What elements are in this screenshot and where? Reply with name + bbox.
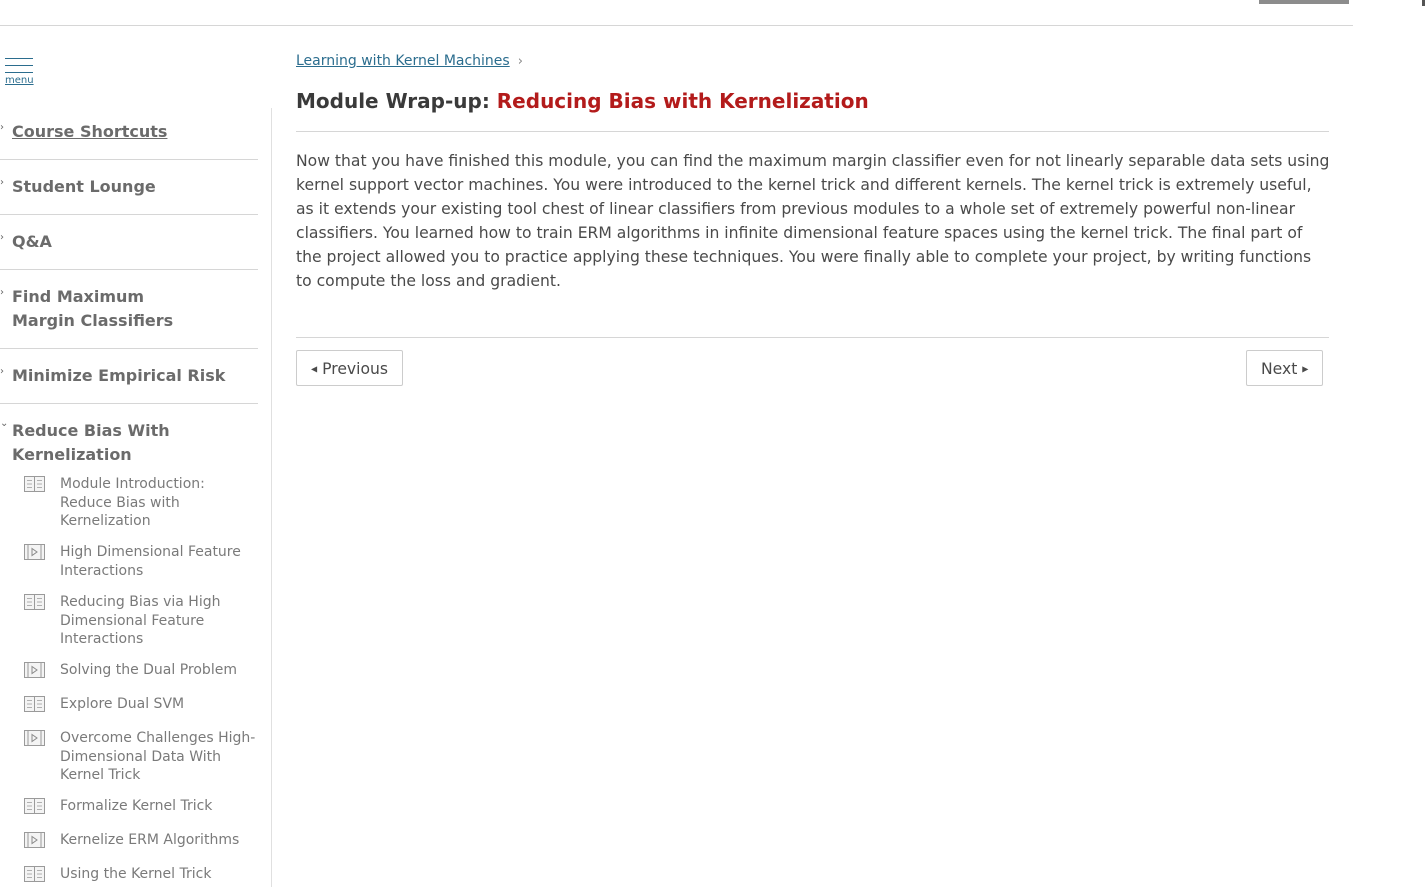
chevron-right-icon: › [517, 54, 523, 69]
sidebar-subitem-label[interactable]: Formalize Kernel Trick [60, 797, 256, 816]
sidebar-item-label[interactable]: Student Lounge [12, 175, 252, 199]
video-icon [24, 832, 45, 848]
sidebar-item-label[interactable]: Course Shortcuts [12, 120, 252, 144]
sidebar-subitem-label[interactable]: Overcome Challenges High-Dimensional Dat… [60, 729, 256, 785]
sidebar-divider [0, 269, 258, 270]
chevron-right-icon: › [0, 287, 4, 298]
sidebar-divider-vertical [271, 108, 272, 887]
chevron-right-icon: › [0, 232, 4, 243]
sidebar-subitem-label[interactable]: Module Introduction: Reduce Bias with Ke… [60, 475, 256, 531]
sidebar-divider [0, 214, 258, 215]
page-title-accent: Reducing Bias with Kernelization [496, 89, 869, 113]
sidebar-item-label[interactable]: Reduce Bias With Kernelization [12, 419, 212, 467]
chevron-right-icon: › [0, 366, 4, 377]
sidebar-divider [0, 348, 258, 349]
previous-button[interactable]: ◀ Previous [296, 350, 404, 386]
triangle-right-icon: ▶ [1302, 364, 1309, 374]
chevron-right-icon: › [0, 122, 4, 133]
video-icon [24, 730, 45, 746]
menu-button[interactable]: menu [5, 56, 35, 90]
sidebar-divider [0, 403, 258, 404]
sidebar-subitem-label[interactable]: Reducing Bias via High Dimensional Featu… [60, 593, 256, 649]
sidebar-subitem-label[interactable]: Using the Kernel Trick [60, 865, 256, 884]
page-icon [24, 594, 45, 610]
triangle-left-icon: ◀ [311, 364, 318, 374]
hamburger-icon-line [5, 65, 33, 66]
next-button[interactable]: Next ▶ [1246, 350, 1324, 386]
page-icon [24, 696, 45, 712]
menu-label: menu [5, 75, 34, 86]
header-tab-indicator [1259, 0, 1349, 4]
video-icon [24, 662, 45, 678]
sidebar-item-label[interactable]: Q&A [12, 230, 252, 254]
page-title: Module Wrap-up: Reducing Bias with Kerne… [296, 89, 869, 113]
header-divider [0, 25, 1353, 26]
sidebar-item-label[interactable]: Minimize Empirical Risk [12, 364, 252, 388]
page-title-prefix: Module Wrap-up: [296, 89, 497, 113]
title-divider [296, 131, 1329, 132]
breadcrumb-link[interactable]: Learning with Kernel Machines [296, 53, 510, 69]
module-summary-text: Now that you have finished this module, … [296, 152, 1330, 290]
sidebar-divider [0, 159, 258, 160]
sidebar-subitem-label[interactable]: Explore Dual SVM [60, 695, 256, 714]
hamburger-icon-line [5, 72, 33, 73]
sidebar-item-label[interactable]: Find Maximum Margin Classifiers [12, 285, 212, 333]
page-icon [24, 866, 45, 882]
chevron-down-icon: ⌄ [0, 418, 9, 429]
sidebar-subitem-label[interactable]: High Dimensional Feature Interactions [60, 543, 256, 580]
next-label: Next [1261, 360, 1298, 378]
chevron-right-icon: › [0, 177, 4, 188]
page-icon [24, 476, 45, 492]
hamburger-icon [5, 58, 33, 59]
sidebar-subitem-label[interactable]: Solving the Dual Problem [60, 661, 256, 680]
breadcrumb: Learning with Kernel Machines › [296, 53, 523, 69]
page-icon [24, 798, 45, 814]
sidebar-subitem-label[interactable]: Kernelize ERM Algorithms [60, 831, 256, 850]
video-icon [24, 544, 45, 560]
previous-label: Previous [322, 360, 389, 378]
content-divider [296, 337, 1329, 338]
